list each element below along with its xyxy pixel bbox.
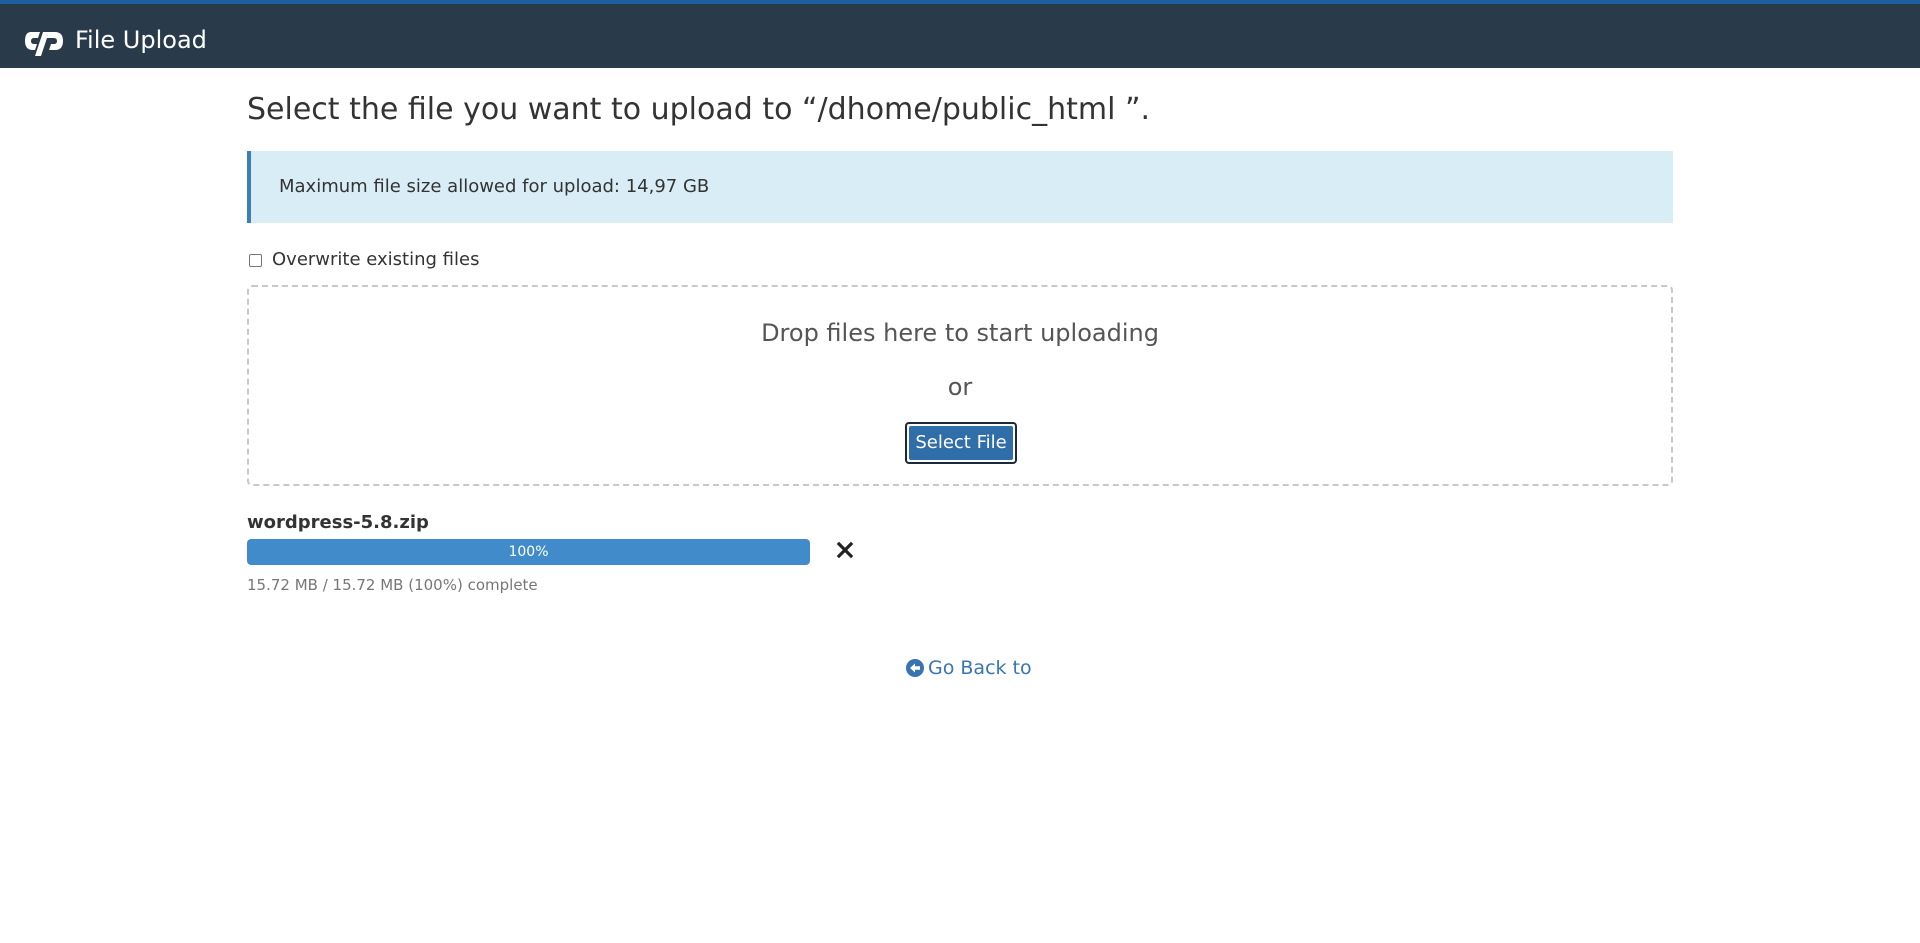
- top-header-bar: File Upload: [0, 0, 1920, 68]
- circle-arrow-left-icon: [906, 659, 924, 677]
- drop-zone-or-text: or: [947, 373, 973, 401]
- select-file-button[interactable]: Select File: [909, 426, 1013, 460]
- go-back-label[interactable]: Go Back to: [928, 656, 1032, 680]
- close-icon[interactable]: [835, 540, 855, 560]
- upload-progress-bar: 100%: [247, 539, 810, 565]
- select-file-button-focus-ring[interactable]: Select File: [905, 422, 1017, 464]
- max-file-size-text: Maximum file size allowed for upload: 14…: [279, 176, 710, 197]
- overwrite-label[interactable]: Overwrite existing files: [272, 248, 479, 272]
- file-drop-zone[interactable]: Drop files here to start uploading or Se…: [247, 285, 1673, 486]
- page-title: Select the file you want to upload to “/…: [247, 92, 1151, 127]
- max-file-size-alert: Maximum file size allowed for upload: 14…: [247, 151, 1673, 223]
- drop-zone-text: Drop files here to start uploading: [761, 319, 1159, 347]
- upload-file-name: wordpress-5.8.zip: [247, 512, 429, 533]
- overwrite-option[interactable]: Overwrite existing files: [247, 248, 479, 272]
- overwrite-checkbox[interactable]: [249, 253, 262, 267]
- upload-progress-label: 100%: [508, 544, 549, 560]
- app-title: File Upload: [75, 26, 207, 54]
- go-back-link[interactable]: Go Back to: [906, 656, 1032, 680]
- upload-status-text: 15.72 MB / 15.72 MB (100%) complete: [247, 576, 538, 594]
- cpanel-logo-icon[interactable]: [25, 26, 63, 56]
